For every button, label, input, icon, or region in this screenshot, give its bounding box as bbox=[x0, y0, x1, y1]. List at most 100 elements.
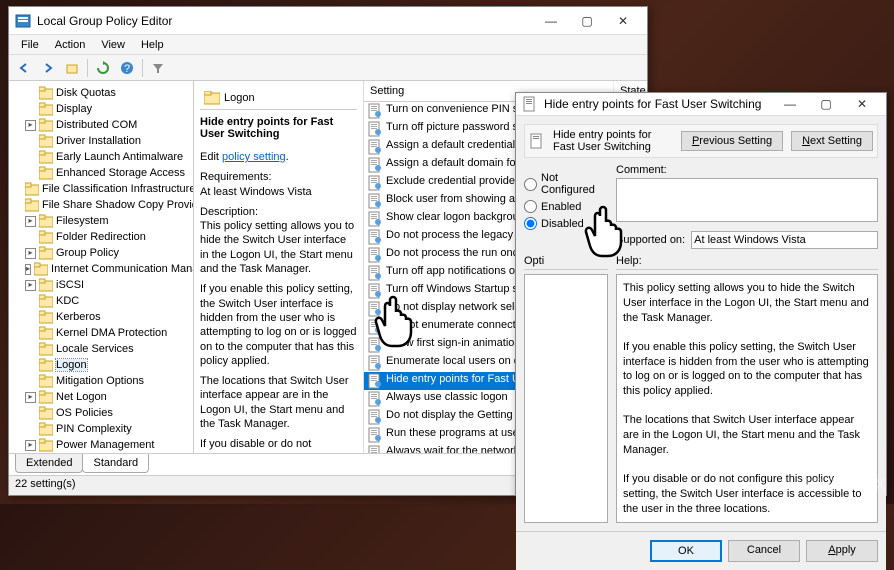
tree-item[interactable]: ▸iSCSI bbox=[11, 277, 191, 293]
dialog-titlebar[interactable]: Hide entry points for Fast User Switchin… bbox=[516, 93, 886, 116]
desc-p1: This policy setting allows you to hide t… bbox=[200, 220, 354, 275]
apply-button[interactable]: Apply bbox=[806, 540, 878, 562]
setting-icon bbox=[367, 211, 383, 227]
tab-extended[interactable]: Extended bbox=[15, 454, 83, 473]
tree-item[interactable]: ▸Group Policy bbox=[11, 245, 191, 261]
next-setting-button[interactable]: Next Setting bbox=[791, 131, 873, 151]
expander-icon[interactable]: ▸ bbox=[25, 440, 36, 451]
setting-icon bbox=[367, 283, 383, 299]
main-titlebar[interactable]: Local Group Policy Editor — ▢ ✕ bbox=[9, 7, 647, 35]
tree-item[interactable]: Driver Installation bbox=[11, 133, 191, 149]
app-icon bbox=[15, 13, 31, 29]
folder-icon bbox=[39, 230, 53, 244]
folder-icon bbox=[39, 374, 53, 388]
radio-disabled[interactable]: Disabled bbox=[524, 215, 608, 232]
tree-label: Enhanced Storage Access bbox=[56, 167, 185, 179]
setting-icon bbox=[367, 409, 383, 425]
tree-label: KDC bbox=[56, 295, 79, 307]
folder-icon bbox=[39, 214, 53, 228]
comment-textarea[interactable] bbox=[616, 178, 878, 222]
policy-icon bbox=[522, 96, 538, 112]
tree-item[interactable]: Enhanced Storage Access bbox=[11, 165, 191, 181]
help-button[interactable]: ? bbox=[116, 57, 138, 79]
maximize-button[interactable]: ▢ bbox=[569, 10, 605, 32]
setting-icon bbox=[367, 175, 383, 191]
setting-icon bbox=[367, 229, 383, 245]
setting-icon bbox=[367, 265, 383, 281]
supported-value bbox=[691, 231, 878, 249]
tree-item[interactable]: Early Launch Antimalware bbox=[11, 149, 191, 165]
tree-item[interactable]: ▸Net Logon bbox=[11, 389, 191, 405]
tree-item[interactable]: ▸Internet Communication Management bbox=[11, 261, 191, 277]
tree-item[interactable]: ▸Power Management bbox=[11, 437, 191, 453]
tree-item[interactable]: Folder Redirection bbox=[11, 229, 191, 245]
tree-item[interactable]: Logon bbox=[11, 357, 191, 373]
menu-help[interactable]: Help bbox=[133, 37, 172, 53]
expander-icon[interactable]: ▸ bbox=[25, 248, 36, 259]
dialog-close-button[interactable]: ✕ bbox=[844, 93, 880, 115]
menu-file[interactable]: File bbox=[13, 37, 47, 53]
tree-item[interactable]: Disk Quotas bbox=[11, 85, 191, 101]
previous-setting-button[interactable]: Previous Setting bbox=[681, 131, 783, 151]
cancel-button[interactable]: Cancel bbox=[728, 540, 800, 562]
dialog-title: Hide entry points for Fast User Switchin… bbox=[544, 97, 772, 111]
expander-icon[interactable]: ▸ bbox=[25, 216, 36, 227]
expander-icon[interactable]: ▸ bbox=[25, 264, 31, 275]
setting-icon bbox=[367, 193, 383, 209]
minimize-button[interactable]: — bbox=[533, 10, 569, 32]
desc-title: Hide entry points for Fast User Switchin… bbox=[200, 116, 357, 144]
tree-label: Filesystem bbox=[56, 215, 109, 227]
tree-item[interactable]: Kerberos bbox=[11, 309, 191, 325]
tree-item[interactable]: PIN Complexity bbox=[11, 421, 191, 437]
tree-item[interactable]: KDC bbox=[11, 293, 191, 309]
desc-label: Description: bbox=[200, 206, 258, 218]
folder-icon bbox=[39, 438, 53, 452]
refresh-button[interactable] bbox=[92, 57, 114, 79]
filter-button[interactable] bbox=[147, 57, 169, 79]
dialog-maximize-button[interactable]: ▢ bbox=[808, 93, 844, 115]
folder-icon bbox=[25, 198, 39, 212]
folder-name: Logon bbox=[224, 92, 255, 104]
tree-item[interactable]: Kernel DMA Protection bbox=[11, 325, 191, 341]
setting-icon bbox=[367, 355, 383, 371]
back-button[interactable] bbox=[13, 57, 35, 79]
radio-not-configured[interactable]: Not Configured bbox=[524, 170, 608, 198]
tree-label: Mitigation Options bbox=[56, 375, 144, 387]
folder-header: Logon bbox=[200, 87, 357, 110]
folder-icon bbox=[39, 166, 53, 180]
tree-item[interactable]: Display bbox=[11, 101, 191, 117]
tree-item[interactable]: Locale Services bbox=[11, 341, 191, 357]
menu-action[interactable]: Action bbox=[47, 37, 94, 53]
tree-pane[interactable]: Disk QuotasDisplay▸Distributed COMDriver… bbox=[9, 81, 194, 453]
tree-item[interactable]: ▸Distributed COM bbox=[11, 117, 191, 133]
tree-item[interactable]: File Share Shadow Copy Provider bbox=[11, 197, 191, 213]
tree-item[interactable]: OS Policies bbox=[11, 405, 191, 421]
close-button[interactable]: ✕ bbox=[605, 10, 641, 32]
edit-policy-link[interactable]: policy setting bbox=[222, 151, 286, 163]
options-box bbox=[524, 274, 608, 523]
expander-icon[interactable]: ▸ bbox=[25, 120, 36, 131]
tree-item[interactable]: ▸ Filesystem bbox=[11, 213, 191, 229]
expander-icon[interactable]: ▸ bbox=[25, 392, 36, 403]
tree-label: Kerberos bbox=[56, 311, 101, 323]
ok-button[interactable]: OK bbox=[650, 540, 722, 562]
folder-icon bbox=[39, 326, 53, 340]
setting-icon bbox=[367, 139, 383, 155]
state-radiogroup: Not Configured Enabled Disabled bbox=[524, 164, 608, 238]
menu-view[interactable]: View bbox=[93, 37, 133, 53]
folder-icon bbox=[39, 246, 53, 260]
tab-standard[interactable]: Standard bbox=[82, 454, 149, 473]
setting-icon bbox=[367, 445, 383, 453]
toolbar: ? bbox=[9, 55, 647, 81]
setting-icon bbox=[367, 373, 383, 389]
tree-item[interactable]: File Classification Infrastructure bbox=[11, 181, 191, 197]
tree-item[interactable]: Mitigation Options bbox=[11, 373, 191, 389]
main-title: Local Group Policy Editor bbox=[37, 14, 533, 28]
up-button[interactable] bbox=[61, 57, 83, 79]
desc-p4: If you disable or do not configure this … bbox=[200, 437, 357, 453]
expander-icon[interactable]: ▸ bbox=[25, 280, 36, 291]
radio-enabled[interactable]: Enabled bbox=[524, 198, 608, 215]
forward-button[interactable] bbox=[37, 57, 59, 79]
svg-text:?: ? bbox=[124, 63, 130, 75]
dialog-minimize-button[interactable]: — bbox=[772, 93, 808, 115]
